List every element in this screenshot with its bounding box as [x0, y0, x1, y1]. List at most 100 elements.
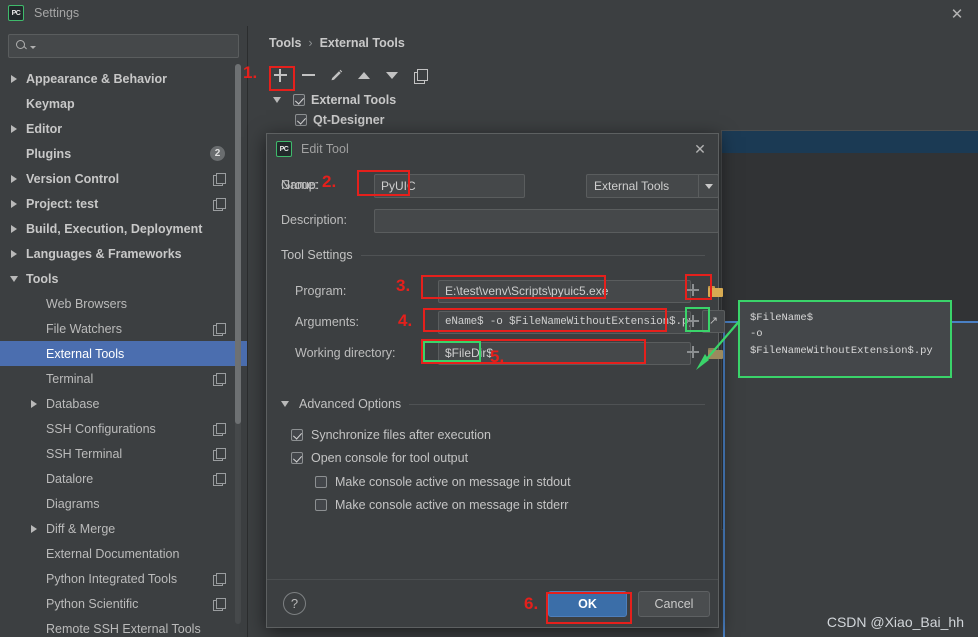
breadcrumb-root[interactable]: Tools — [269, 36, 301, 50]
group-dropdown-arrow[interactable] — [698, 175, 718, 197]
group-dropdown[interactable]: External Tools — [586, 174, 719, 198]
tools-tree-checkbox[interactable] — [293, 94, 305, 106]
sidebar-item-editor[interactable]: Editor — [0, 116, 247, 141]
name-input[interactable]: PyUIC — [374, 174, 525, 198]
description-row: Description: — [281, 209, 719, 235]
chevron-down-icon — [10, 275, 18, 282]
notification-badge: 2 — [210, 146, 225, 161]
dialog-close-icon[interactable]: ✕ — [692, 141, 708, 157]
program-value: E:\test\venv\Scripts\pyuic5.exe — [445, 284, 609, 298]
advanced-option-checkbox[interactable] — [291, 452, 303, 464]
name-row: Name: PyUIC Group: External Tools — [281, 174, 719, 200]
divider — [360, 254, 705, 256]
search-wrapper — [0, 26, 247, 64]
arguments-input[interactable]: eName$ -o $FileNameWithoutExtension$.py — [438, 310, 691, 334]
advanced-option-checkbox[interactable] — [315, 499, 327, 511]
search-box[interactable] — [8, 34, 239, 58]
tool-settings-header: Tool Settings — [281, 248, 705, 262]
sidebar-item-python-integrated-tools[interactable]: Python Integrated Tools — [0, 566, 247, 591]
window-title: Settings — [34, 6, 80, 20]
advanced-options-header[interactable]: Advanced Options — [281, 397, 705, 411]
expand-toggle[interactable] — [6, 74, 22, 83]
sidebar-scrollbar-track[interactable] — [235, 64, 241, 624]
sidebar-item-label: Diagrams — [46, 496, 100, 511]
window-close-icon[interactable]: ✕ — [948, 5, 966, 23]
ok-button[interactable]: OK — [548, 591, 627, 617]
expand-toggle[interactable] — [6, 174, 22, 183]
add-tool-button[interactable] — [267, 63, 293, 87]
sidebar-item-file-watchers[interactable]: File Watchers — [0, 316, 247, 341]
sidebar-scrollbar-thumb[interactable] — [235, 64, 241, 424]
sidebar-item-label: Plugins — [26, 146, 72, 161]
help-button[interactable]: ? — [283, 592, 306, 615]
advanced-option-label: Open console for tool output — [311, 451, 469, 465]
sidebar-item-project-test[interactable]: Project: test — [0, 191, 247, 216]
edit-tool-dialog: PC Edit Tool ✕ Name: PyUIC Group: Extern… — [266, 133, 725, 628]
advanced-option-row[interactable]: Open console for tool output — [291, 451, 468, 465]
advanced-option-row[interactable]: Make console active on message in stdout — [315, 475, 571, 489]
sidebar-item-terminal[interactable]: Terminal — [0, 366, 247, 391]
minus-icon — [301, 69, 315, 82]
advanced-option-checkbox[interactable] — [315, 476, 327, 488]
sidebar-item-database[interactable]: Database — [0, 391, 247, 416]
sidebar-item-tools[interactable]: Tools — [0, 266, 247, 291]
program-input[interactable]: E:\test\venv\Scripts\pyuic5.exe — [438, 279, 691, 303]
expand-toggle[interactable] — [6, 199, 22, 208]
search-input[interactable] — [36, 39, 232, 53]
advanced-option-checkbox[interactable] — [291, 429, 303, 441]
edit-tool-button[interactable] — [323, 63, 349, 87]
sidebar-item-remote-ssh-external-tools[interactable]: Remote SSH External Tools — [0, 616, 247, 637]
annotation-number-6: 6. — [524, 594, 539, 613]
cancel-button[interactable]: Cancel — [638, 591, 710, 617]
sidebar-item-keymap[interactable]: Keymap — [0, 91, 247, 116]
expand-toggle[interactable] — [26, 524, 42, 533]
expand-toggle[interactable] — [26, 399, 42, 408]
sidebar-item-languages-frameworks[interactable]: Languages & Frameworks — [0, 241, 247, 266]
external-tools-toolbar — [267, 63, 433, 87]
sidebar-item-ssh-configurations[interactable]: SSH Configurations — [0, 416, 247, 441]
sidebar-item-appearance-behavior[interactable]: Appearance & Behavior — [0, 66, 247, 91]
sidebar-item-diagrams[interactable]: Diagrams — [0, 491, 247, 516]
watermark: CSDN @Xiao_Bai_hh — [826, 614, 964, 630]
settings-window: PC Settings ✕ Appearance & Behavior Keyma… — [0, 0, 978, 637]
move-up-button[interactable] — [351, 63, 377, 87]
arrow-down-icon — [386, 71, 398, 79]
tools-tree-checkbox[interactable] — [295, 114, 307, 126]
description-input[interactable] — [374, 209, 719, 233]
sidebar-item-label: Database — [46, 396, 100, 411]
dialog-footer: ? OK Cancel — [267, 579, 718, 627]
sidebar-item-label: Web Browsers — [46, 296, 128, 311]
advanced-option-row[interactable]: Synchronize files after execution — [291, 428, 491, 442]
advanced-option-row[interactable]: Make console active on message in stderr — [315, 498, 568, 512]
workdir-input[interactable]: $FileDir$ — [438, 341, 691, 365]
program-label: Program: — [295, 284, 347, 298]
program-browse-button[interactable] — [703, 279, 727, 302]
remove-tool-button[interactable] — [295, 63, 321, 87]
sidebar-item-external-documentation[interactable]: External Documentation — [0, 541, 247, 566]
sidebar-item-web-browsers[interactable]: Web Browsers — [0, 291, 247, 316]
expand-toggle[interactable] — [6, 224, 22, 233]
copy-tool-button[interactable] — [407, 63, 433, 87]
sidebar-item-plugins[interactable]: Plugins 2 — [0, 141, 247, 166]
tooltip-line-1: $FileName$ — [750, 312, 814, 324]
expand-toggle[interactable] — [6, 249, 22, 258]
tools-tree-row[interactable]: External Tools — [269, 90, 964, 110]
sidebar-item-python-scientific[interactable]: Python Scientific — [0, 591, 247, 616]
sidebar-tree: Appearance & Behavior Keymap Editor Plugins… — [0, 66, 247, 637]
annotation-number-5: 5. — [490, 347, 505, 366]
move-down-button[interactable] — [379, 63, 405, 87]
tools-tree-row[interactable]: Qt-Designer — [269, 110, 964, 130]
sidebar-item-version-control[interactable]: Version Control — [0, 166, 247, 191]
sidebar-item-datalore[interactable]: Datalore — [0, 466, 247, 491]
sidebar-item-external-tools[interactable]: External Tools — [0, 341, 247, 366]
sidebar-item-build-execution-deployment[interactable]: Build, Execution, Deployment — [0, 216, 247, 241]
expand-toggle[interactable] — [6, 124, 22, 133]
pencil-icon — [331, 69, 342, 80]
program-insert-macro-button[interactable] — [685, 282, 701, 298]
collapse-toggle[interactable] — [269, 97, 285, 103]
tooltip-line-2: -o — [750, 328, 763, 341]
collapse-toggle[interactable] — [6, 275, 22, 282]
sidebar-item-ssh-terminal[interactable]: SSH Terminal — [0, 441, 247, 466]
sidebar-item-diff-merge[interactable]: Diff & Merge — [0, 516, 247, 541]
arguments-value: eName$ -o $FileNameWithoutExtension$.py — [445, 316, 690, 328]
